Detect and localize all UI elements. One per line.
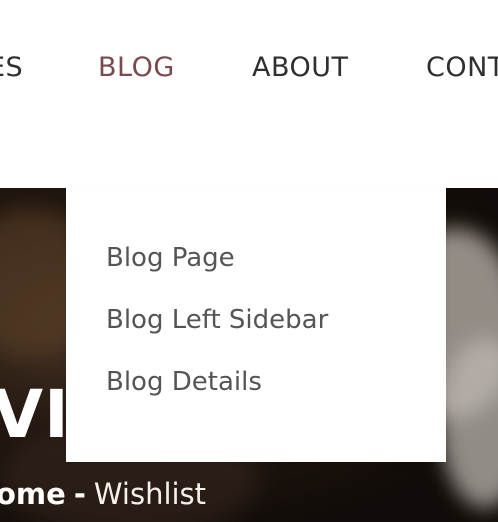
dropdown-item-blog-page[interactable]: Blog Page	[106, 240, 235, 276]
page: VIS ome-Wishlist ES BLOG ABOUT CONT Blog…	[0, 0, 498, 522]
main-nav: ES BLOG ABOUT CONT	[0, 0, 498, 188]
nav-item-pages[interactable]: ES	[0, 50, 23, 86]
breadcrumb-home-link[interactable]: ome	[0, 477, 66, 511]
breadcrumb-separator: -	[73, 477, 86, 511]
breadcrumb-current: Wishlist	[93, 477, 207, 511]
dropdown-item-blog-left-sidebar[interactable]: Blog Left Sidebar	[106, 302, 328, 338]
breadcrumb: ome - Wishlist	[0, 474, 206, 514]
dropdown-item-blog-details[interactable]: Blog Details	[106, 364, 262, 400]
blog-dropdown-menu: Blog Page Blog Left Sidebar Blog Details	[66, 188, 446, 462]
nav-item-about[interactable]: ABOUT	[252, 50, 349, 86]
nav-item-contact[interactable]: CONT	[426, 50, 498, 86]
nav-item-blog[interactable]: BLOG	[98, 50, 175, 86]
